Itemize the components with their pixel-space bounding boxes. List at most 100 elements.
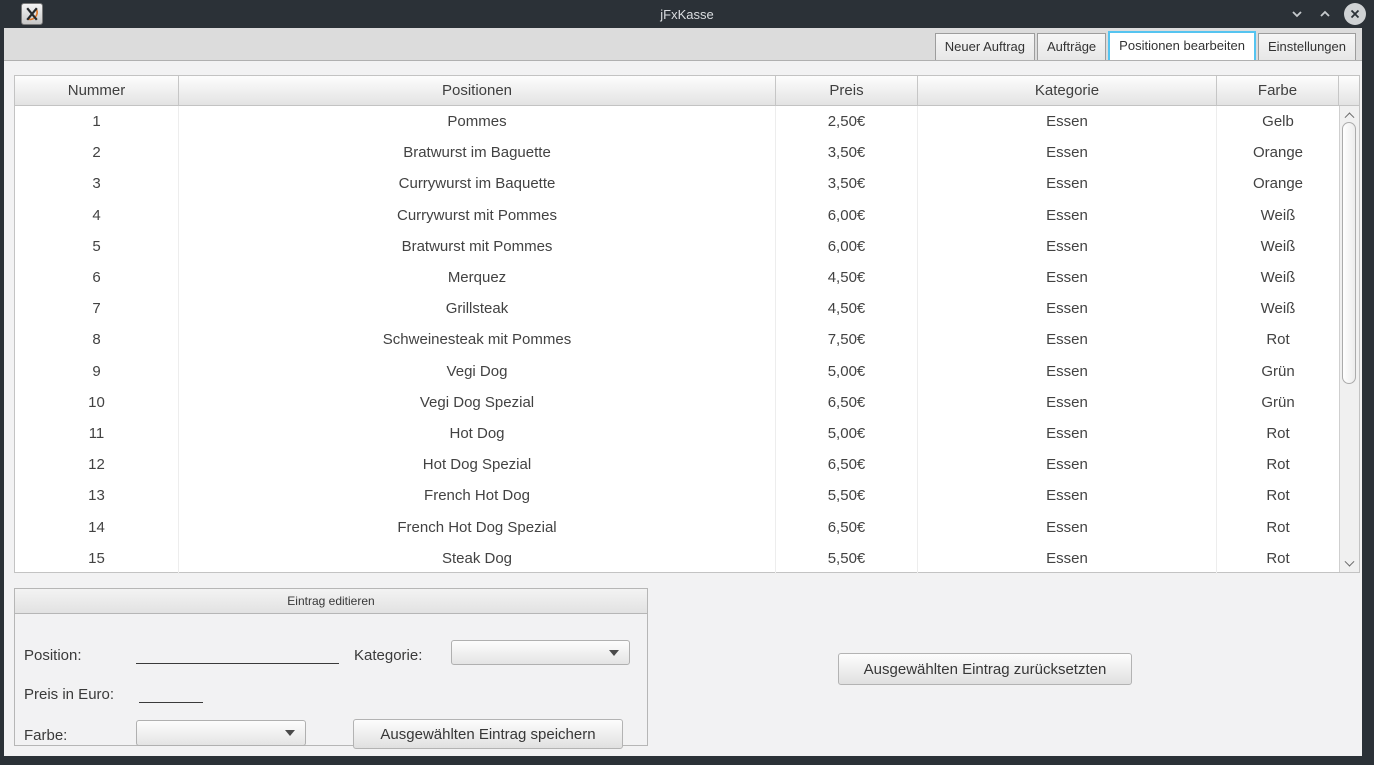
- farbe-dropdown[interactable]: [136, 720, 306, 746]
- table-row[interactable]: 6Merquez4,50€EssenWeiß: [15, 262, 1359, 293]
- preis-input[interactable]: [139, 683, 203, 703]
- column-header-4[interactable]: Farbe: [1217, 76, 1339, 105]
- table-cell: 2,50€: [776, 106, 918, 137]
- table-cell: 11: [15, 418, 179, 449]
- table-cell: Grillsteak: [179, 293, 776, 324]
- column-header-1[interactable]: Positionen: [179, 76, 776, 105]
- position-label: Position:: [24, 647, 82, 664]
- table-cell: 12: [15, 449, 179, 480]
- save-entry-button[interactable]: Ausgewählten Eintrag speichern: [353, 719, 623, 749]
- window-title: jFxKasse: [0, 7, 1374, 22]
- tab-auftraege[interactable]: Aufträge: [1037, 33, 1106, 60]
- table-cell: 7: [15, 293, 179, 324]
- table-cell: Vegi Dog Spezial: [179, 387, 776, 418]
- table-cell: Essen: [918, 418, 1217, 449]
- column-header-3[interactable]: Kategorie: [918, 76, 1217, 105]
- table-row[interactable]: 15Steak Dog5,50€EssenRot: [15, 543, 1359, 574]
- table-cell: 5: [15, 231, 179, 262]
- table-cell: 9: [15, 356, 179, 387]
- reset-entry-button[interactable]: Ausgewählten Eintrag zurücksetzten: [838, 653, 1132, 685]
- table-cell: 8: [15, 324, 179, 355]
- table-cell: Weiß: [1217, 200, 1339, 231]
- window-controls: [1288, 0, 1366, 28]
- table-row[interactable]: 7Grillsteak4,50€EssenWeiß: [15, 293, 1359, 324]
- scrollbar-up-icon[interactable]: [1340, 106, 1359, 122]
- edit-panel-title: Eintrag editieren: [15, 589, 647, 614]
- close-icon[interactable]: [1344, 3, 1366, 25]
- table-cell: 6,00€: [776, 231, 918, 262]
- table-row[interactable]: 14French Hot Dog Spezial6,50€EssenRot: [15, 511, 1359, 542]
- table-cell: Weiß: [1217, 262, 1339, 293]
- table-cell: Essen: [918, 106, 1217, 137]
- table-cell: Vegi Dog: [179, 356, 776, 387]
- column-header-0[interactable]: Nummer: [15, 76, 179, 105]
- table-cell: 3,50€: [776, 168, 918, 199]
- table-cell: Essen: [918, 511, 1217, 542]
- table-row[interactable]: 10Vegi Dog Spezial6,50€EssenGrün: [15, 387, 1359, 418]
- table-cell: Essen: [918, 324, 1217, 355]
- table-row[interactable]: 1Pommes2,50€EssenGelb: [15, 106, 1359, 137]
- edit-panel-body: Position: Kategorie: Preis in Euro: Farb…: [15, 614, 647, 745]
- table-row[interactable]: 9Vegi Dog5,00€EssenGrün: [15, 356, 1359, 387]
- app-content: Neuer AuftragAufträgePositionen bearbeit…: [4, 28, 1362, 756]
- minimize-icon[interactable]: [1288, 5, 1306, 23]
- table-cell: 6,00€: [776, 200, 918, 231]
- table-cell: French Hot Dog: [179, 480, 776, 511]
- table-cell: Essen: [918, 262, 1217, 293]
- table-cell: 6,50€: [776, 449, 918, 480]
- table-cell: 14: [15, 511, 179, 542]
- table-cell: 1: [15, 106, 179, 137]
- table-row[interactable]: 4Currywurst mit Pommes6,00€EssenWeiß: [15, 200, 1359, 231]
- table-cell: Rot: [1217, 480, 1339, 511]
- tab-positionen-bearbeiten[interactable]: Positionen bearbeiten: [1108, 31, 1256, 60]
- vertical-scrollbar[interactable]: [1339, 106, 1359, 572]
- table-cell: 4: [15, 200, 179, 231]
- table-header-row: NummerPositionenPreisKategorieFarbe: [15, 76, 1359, 106]
- table-cell: 7,50€: [776, 324, 918, 355]
- table-cell: Essen: [918, 449, 1217, 480]
- kategorie-label: Kategorie:: [354, 647, 422, 664]
- table-row[interactable]: 2Bratwurst im Baguette3,50€EssenOrange: [15, 137, 1359, 168]
- kategorie-dropdown[interactable]: [451, 640, 630, 665]
- table-row[interactable]: 8Schweinesteak mit Pommes7,50€EssenRot: [15, 324, 1359, 355]
- table-cell: Gelb: [1217, 106, 1339, 137]
- table-cell: Currywurst im Baquette: [179, 168, 776, 199]
- table-row[interactable]: 11Hot Dog5,00€EssenRot: [15, 418, 1359, 449]
- positions-table: NummerPositionenPreisKategorieFarbe 1Pom…: [14, 75, 1360, 573]
- column-header-filler: [1339, 76, 1359, 105]
- table-cell: Weiß: [1217, 231, 1339, 262]
- table-cell: 4,50€: [776, 293, 918, 324]
- table-cell: Essen: [918, 293, 1217, 324]
- maximize-icon[interactable]: [1316, 5, 1334, 23]
- table-cell: 15: [15, 543, 179, 574]
- table-cell: 5,50€: [776, 480, 918, 511]
- table-row[interactable]: 5Bratwurst mit Pommes6,00€EssenWeiß: [15, 231, 1359, 262]
- table-cell: Orange: [1217, 137, 1339, 168]
- scrollbar-thumb[interactable]: [1342, 122, 1356, 384]
- table-cell: Essen: [918, 200, 1217, 231]
- table-cell: Grün: [1217, 356, 1339, 387]
- table-cell: Essen: [918, 387, 1217, 418]
- position-input[interactable]: [136, 644, 339, 664]
- table-row[interactable]: 3Currywurst im Baquette3,50€EssenOrange: [15, 168, 1359, 199]
- tab-neuer-auftrag[interactable]: Neuer Auftrag: [935, 33, 1035, 60]
- column-header-2[interactable]: Preis: [776, 76, 918, 105]
- table-cell: Essen: [918, 231, 1217, 262]
- scrollbar-down-icon[interactable]: [1340, 556, 1359, 572]
- table-body: 1Pommes2,50€EssenGelb2Bratwurst im Bague…: [15, 106, 1359, 572]
- table-cell: Currywurst mit Pommes: [179, 200, 776, 231]
- table-cell: 6,50€: [776, 387, 918, 418]
- table-cell: 5,00€: [776, 356, 918, 387]
- table-cell: Bratwurst mit Pommes: [179, 231, 776, 262]
- table-cell: Rot: [1217, 449, 1339, 480]
- table-cell: Rot: [1217, 511, 1339, 542]
- tab-einstellungen[interactable]: Einstellungen: [1258, 33, 1356, 60]
- table-cell: Hot Dog Spezial: [179, 449, 776, 480]
- table-cell: Schweinesteak mit Pommes: [179, 324, 776, 355]
- table-cell: 3: [15, 168, 179, 199]
- table-row[interactable]: 12Hot Dog Spezial6,50€EssenRot: [15, 449, 1359, 480]
- table-row[interactable]: 13French Hot Dog5,50€EssenRot: [15, 480, 1359, 511]
- table-cell: Essen: [918, 168, 1217, 199]
- table-cell: Weiß: [1217, 293, 1339, 324]
- table-cell: Grün: [1217, 387, 1339, 418]
